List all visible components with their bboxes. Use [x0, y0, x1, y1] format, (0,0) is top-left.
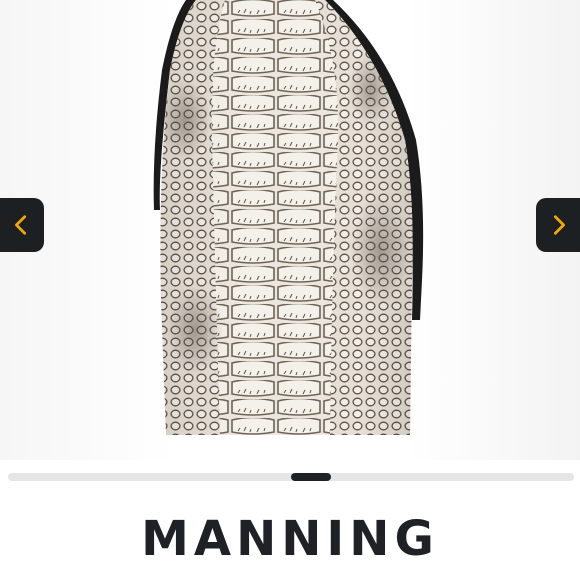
- previous-image-button[interactable]: [0, 198, 44, 252]
- chevron-right-icon: [553, 215, 565, 235]
- product-image-gallery[interactable]: [0, 0, 580, 460]
- chevron-left-icon: [15, 215, 27, 235]
- gallery-scrollbar[interactable]: [8, 473, 574, 481]
- next-image-button[interactable]: [536, 198, 580, 252]
- product-image: [153, 0, 424, 435]
- product-title: MANNING: [141, 511, 439, 567]
- gallery-scrollbar-thumb[interactable]: [291, 473, 331, 481]
